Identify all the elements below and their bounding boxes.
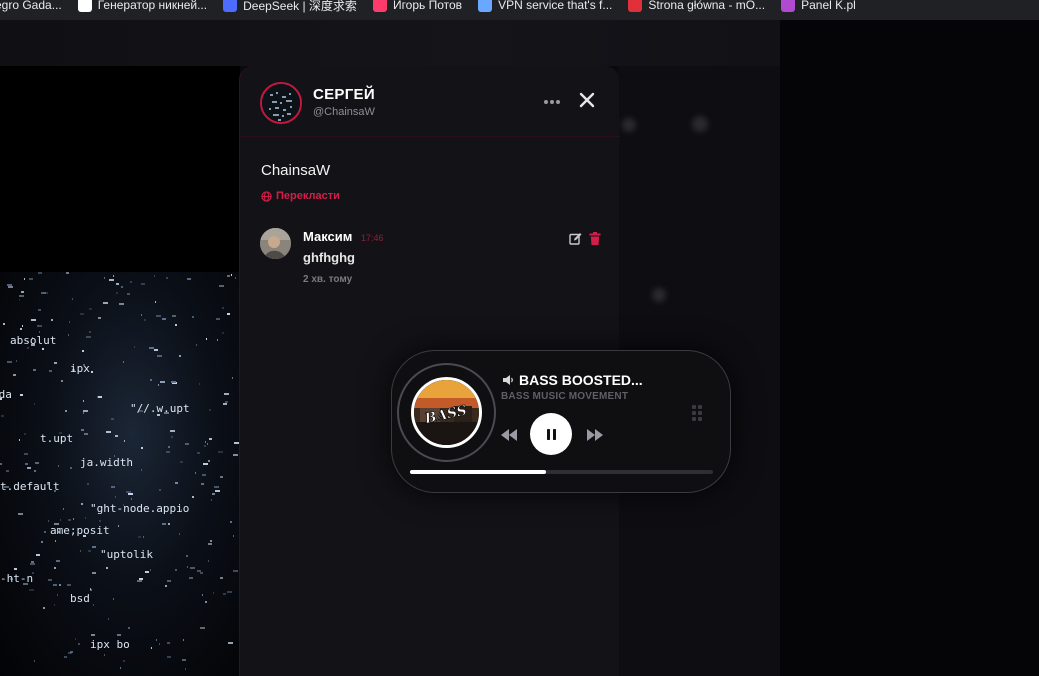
- bookmark-label: Генератор никней...: [97, 0, 208, 12]
- rewind-icon[interactable]: [500, 428, 518, 442]
- matrix-text: ipx: [70, 362, 90, 375]
- drag-handle-icon[interactable]: [692, 405, 704, 421]
- trash-icon[interactable]: [589, 232, 601, 245]
- bookmark-item[interactable]: Panel K.pl: [781, 0, 872, 15]
- bookmark-label: Игорь Потов: [392, 0, 463, 12]
- matrix-text: xda: [0, 388, 12, 401]
- bookmark-label: Strona główna - mO...: [648, 0, 766, 12]
- avatar[interactable]: [260, 82, 302, 124]
- page-header-strip: [0, 20, 780, 66]
- bookmark-item[interactable]: Игорь Потов: [372, 0, 478, 15]
- matrix-text: ja.width: [80, 456, 133, 469]
- matrix-text: t.upt: [40, 432, 73, 445]
- bookmark-label: egro Gada...: [0, 0, 62, 12]
- bookmarks-bar: egro Gada... Генератор никней... DeepSeek …: [0, 0, 1039, 20]
- matrix-text: "//.w.upt: [130, 402, 190, 415]
- matrix-background-image: absolut ipx xda "//.w.upt t.upt ja.width t.def…: [0, 272, 240, 676]
- user-handle: @ChainsaW: [313, 106, 375, 118]
- matrix-text: ipx bo: [90, 638, 130, 651]
- matrix-text: "uptolik: [100, 548, 153, 561]
- comment-avatar[interactable]: [260, 228, 291, 259]
- bookmark-item[interactable]: VPN service that's f...: [478, 0, 628, 15]
- bookmark-label: DeepSeek | 深度求索: [243, 0, 357, 13]
- deepseek-icon: [223, 0, 238, 12]
- matrix-text: ame;posit: [50, 524, 110, 537]
- progress-fill: [410, 470, 547, 474]
- edit-icon[interactable]: [569, 232, 582, 245]
- matrix-text: "ght-node.appio: [90, 502, 189, 515]
- pause-icon: [546, 428, 556, 440]
- pause-button[interactable]: [530, 413, 572, 455]
- page-right-area: [780, 20, 1039, 676]
- shop-icon: [628, 0, 643, 12]
- translate-link[interactable]: Перекласти: [261, 190, 340, 202]
- comment-text: ghfhghg: [303, 250, 355, 265]
- translate-label: Перекласти: [276, 190, 340, 202]
- matrix-text: t.default: [0, 480, 60, 493]
- matrix-text: -ht-n: [0, 572, 33, 585]
- matrix-text: bsd: [70, 592, 90, 605]
- globe-icon: [261, 190, 272, 202]
- play-icon: [372, 0, 387, 12]
- track-title-label: BASS BOOSTED...: [519, 372, 643, 388]
- progress-bar[interactable]: [410, 470, 713, 474]
- more-options-button[interactable]: [542, 92, 562, 112]
- fast-forward-icon[interactable]: [586, 428, 604, 442]
- bookmark-label: VPN service that's f...: [498, 0, 613, 12]
- bookmark-item[interactable]: egro Gada...: [0, 0, 78, 15]
- vpn-icon: [478, 0, 493, 12]
- bookmark-label: Panel K.pl: [801, 0, 856, 12]
- more-dots-icon: [544, 100, 548, 104]
- bookmark-item[interactable]: Генератор никней...: [77, 0, 223, 15]
- album-cover[interactable]: BASS: [411, 377, 482, 448]
- track-artist: BASS MUSIC MOVEMENT: [501, 391, 629, 402]
- music-player: BASS BASS BOOSTED... BASS MUSIC MOVEMENT: [391, 350, 731, 493]
- profile-display-name: ChainsaW: [261, 162, 331, 179]
- fingerprint-icon: [77, 0, 92, 12]
- matrix-text: absolut: [10, 334, 56, 347]
- track-title: BASS BOOSTED...: [502, 372, 643, 388]
- speaker-icon: [503, 375, 513, 385]
- background-banner: [0, 66, 240, 272]
- close-icon[interactable]: [578, 91, 596, 109]
- profile-header: СЕРГЕЙ @ChainsaW: [240, 66, 620, 137]
- comment-author[interactable]: Максим: [303, 229, 352, 244]
- comment-timestamp: 2 хв. тому: [303, 274, 353, 285]
- user-name: СЕРГЕЙ: [313, 86, 375, 103]
- comment-time: 17:46: [361, 233, 384, 243]
- bookmark-item[interactable]: DeepSeek | 深度求索: [223, 0, 373, 15]
- panel-icon: [781, 0, 796, 12]
- bookmark-item[interactable]: Strona główna - mO...: [628, 0, 781, 15]
